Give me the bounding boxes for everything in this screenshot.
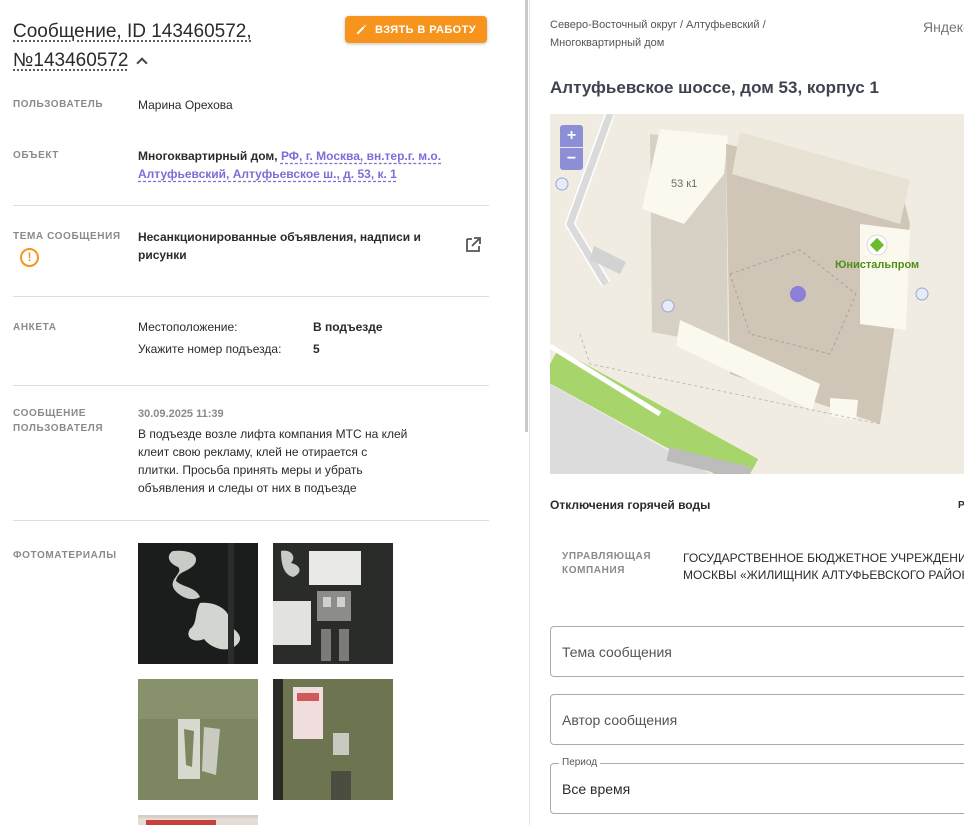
photo-image	[273, 543, 393, 664]
photo-thumbnail[interactable]	[273, 543, 393, 664]
message-date: 30.09.2025 11:39	[138, 408, 224, 420]
photo-image	[273, 679, 393, 800]
author-filter-field[interactable]	[550, 694, 964, 745]
breadcrumb: Северо-Восточный округ / Алтуфьевский / …	[550, 19, 766, 49]
topic-filter-input[interactable]	[551, 627, 964, 676]
questionnaire-label: АНКЕТА	[13, 322, 57, 333]
open-external-icon[interactable]	[464, 236, 482, 254]
period-label: Период	[559, 757, 601, 768]
pencil-icon	[356, 24, 367, 35]
photo-thumbnail[interactable]	[273, 679, 393, 800]
chevron-up-icon[interactable]	[136, 57, 149, 69]
questionnaire-value: В подъезде	[313, 320, 383, 334]
period-select[interactable]: Период Все время	[550, 757, 964, 814]
object-value: Многоквартирный дом, РФ, г. Москва, вн.т…	[138, 147, 468, 183]
management-company-value: ГОСУДАРСТВЕННОЕ БЮДЖЕТНОЕ УЧРЕЖДЕНИЕ МОС…	[683, 550, 964, 584]
photos-label: ФОТОМАТЕРИАЛЫ	[13, 550, 117, 561]
photo-image	[138, 679, 258, 800]
questionnaire-key: Местоположение:	[138, 320, 238, 334]
questionnaire-key: Укажите номер подъезда:	[138, 342, 282, 356]
topic-value: Несанкционированные объявления, надписи …	[138, 230, 421, 262]
author-filter-input[interactable]	[551, 695, 964, 744]
take-to-work-button[interactable]: ВЗЯТЬ В РАБОТУ	[345, 16, 487, 43]
map-zoom-out-button[interactable]: −	[560, 148, 583, 170]
map-view[interactable]	[550, 114, 964, 474]
map-zoom-in-button[interactable]: +	[560, 125, 583, 147]
user-message-label: СООБЩЕНИЕ ПОЛЬЗОВАТЕЛЯ	[13, 408, 104, 434]
warning-icon: !	[20, 248, 39, 267]
management-company-line: МОСКВЫ «ЖИЛИЩНИК АЛТУФЬЕВСКОГО РАЙОН	[683, 568, 964, 582]
management-company-label: УПРАВЛЯЮЩАЯ КОМПАНИЯ	[562, 551, 652, 576]
user-label: ПОЛЬЗОВАТЕЛЬ	[13, 99, 104, 110]
topic-filter-field[interactable]	[550, 626, 964, 677]
hot-water-outages-truncated: Р	[958, 500, 964, 511]
message-title[interactable]: Сообщение, ID 143460572, №143460572	[13, 17, 333, 75]
map-poi-label[interactable]: Юнистальпром	[835, 259, 919, 271]
pane-resize-handle[interactable]	[525, 0, 528, 432]
map-canvas	[550, 114, 964, 474]
photo-thumbnail[interactable]	[138, 679, 258, 800]
hot-water-outages-title: Отключения горячей воды	[550, 498, 711, 512]
period-selected-value: Все время	[562, 781, 631, 797]
yandex-label: Яндекс	[923, 19, 964, 35]
photo-image	[138, 818, 258, 825]
photo-image	[138, 543, 258, 664]
pane-divider	[529, 0, 530, 825]
photo-thumbnail[interactable]	[138, 815, 258, 825]
address-title: Алтуфьевское шоссе, дом 53, корпус 1	[550, 78, 879, 97]
photo-thumbnail[interactable]	[138, 543, 258, 664]
user-value: Марина Орехова	[138, 98, 233, 112]
message-title-text: Сообщение, ID 143460572, №143460572	[13, 21, 252, 71]
object-label: ОБЪЕКТ	[13, 150, 60, 161]
message-details-pane: Сообщение, ID 143460572, №143460572 ВЗЯТ…	[0, 0, 523, 825]
divider	[13, 296, 489, 297]
management-company-line: ГОСУДАРСТВЕННОЕ БЮДЖЕТНОЕ УЧРЕЖДЕНИЕ	[683, 551, 964, 565]
take-to-work-label: ВЗЯТЬ В РАБОТУ	[375, 23, 476, 36]
questionnaire-value: 5	[313, 342, 320, 356]
divider	[13, 385, 489, 386]
divider	[13, 205, 489, 206]
divider	[13, 520, 489, 521]
object-type: Многоквартирный дом,	[138, 149, 278, 163]
map-building-label: 53 к1	[671, 178, 698, 190]
topic-label: ТЕМА СООБЩЕНИЯ	[13, 231, 121, 242]
message-text: В подъезде возле лифта компания МТС на к…	[138, 427, 408, 495]
